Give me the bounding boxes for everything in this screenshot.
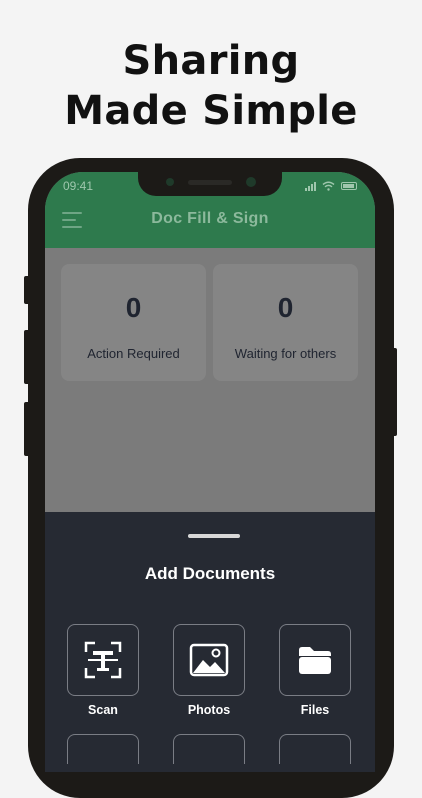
stat-card-action-required[interactable]: 0 Action Required	[61, 264, 206, 381]
stat-label: Action Required	[87, 346, 180, 361]
more-option-box[interactable]	[279, 734, 351, 764]
battery-icon	[341, 182, 357, 190]
stat-card-waiting-for-others[interactable]: 0 Waiting for others	[213, 264, 358, 381]
phone-notch	[138, 172, 282, 196]
more-option[interactable]	[67, 734, 139, 764]
sheet-title: Add Documents	[144, 564, 276, 583]
photos-option-box[interactable]	[173, 624, 245, 696]
promo-headline: Sharing Made Simple	[0, 36, 422, 136]
stat-label: Waiting for others	[234, 346, 337, 361]
more-option[interactable]	[279, 734, 351, 764]
folder-icon	[299, 647, 331, 674]
scan-option-box[interactable]	[67, 624, 139, 696]
phone-screen: 09:41 Doc Fill & Sign 0 Action Required …	[45, 172, 375, 772]
camera-dot	[246, 177, 256, 187]
phone-side-button	[24, 330, 30, 384]
photos-icon	[189, 643, 229, 677]
add-documents-sheet: Add Documents Scan Photos Files	[45, 512, 375, 772]
files-label: Files	[300, 703, 330, 717]
files-option[interactable]: Files	[279, 624, 351, 717]
phone-power-button	[391, 348, 397, 436]
stat-count: 0	[125, 292, 142, 323]
more-option-box[interactable]	[67, 734, 139, 764]
headline-line-1: Sharing	[122, 38, 300, 84]
more-option[interactable]	[173, 734, 245, 764]
status-icons	[305, 181, 357, 191]
app-title: Doc Fill & Sign	[151, 210, 269, 227]
sheet-drag-handle[interactable]	[188, 534, 240, 538]
scan-icon	[84, 641, 122, 679]
more-option-box[interactable]	[173, 734, 245, 764]
photos-label: Photos	[187, 703, 231, 717]
scan-option[interactable]: Scan	[67, 624, 139, 717]
photos-option[interactable]: Photos	[173, 624, 245, 717]
signal-icon	[305, 181, 316, 191]
wifi-icon	[322, 181, 335, 191]
status-time: 09:41	[63, 179, 94, 193]
stat-count: 0	[277, 292, 294, 323]
files-option-box[interactable]	[279, 624, 351, 696]
phone-side-button	[24, 276, 30, 304]
headline-line-2: Made Simple	[64, 88, 358, 134]
camera-dot	[166, 178, 174, 186]
phone-side-button	[24, 402, 30, 456]
speaker-grille	[188, 180, 232, 185]
scan-label: Scan	[88, 703, 118, 717]
